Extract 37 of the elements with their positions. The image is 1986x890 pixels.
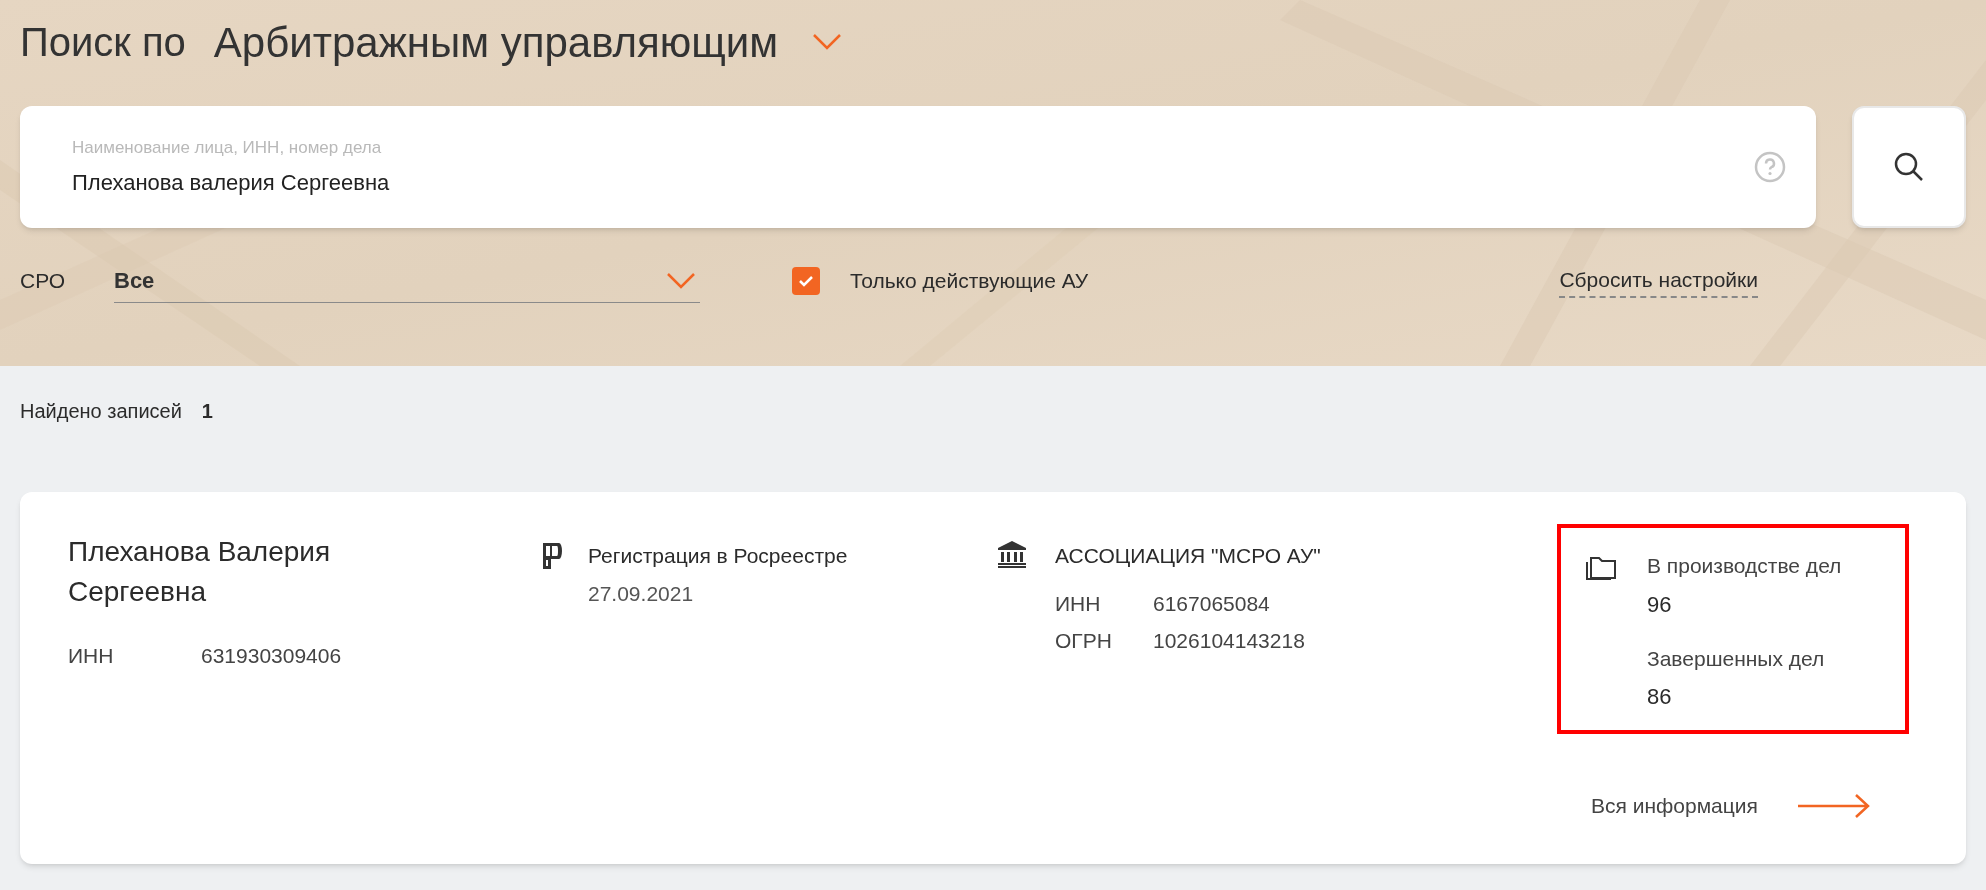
scope-dropdown[interactable]: Арбитражным управляющим xyxy=(213,10,843,74)
checkbox-label: Только действующие АУ xyxy=(850,268,1089,295)
stat-value: 96 xyxy=(1647,590,1673,619)
folders-icon xyxy=(1585,554,1617,580)
field-label: Наименование лица, ИНН, номер дела xyxy=(72,136,383,159)
person-name[interactable]: Плеханова Валерия Сергеевна xyxy=(68,532,398,612)
field-value: 6167065084 xyxy=(1153,590,1270,617)
arrow-right-icon xyxy=(1797,792,1870,819)
search-icon xyxy=(1893,151,1925,183)
search-field[interactable]: Наименование лица, ИНН, номер дела Плеханова валерия Сергеевна xyxy=(20,106,1816,228)
sro-label: СРО xyxy=(20,268,67,295)
sro-name: АССОЦИАЦИЯ "МСРО АУ" xyxy=(1055,543,1321,569)
inn-value: 631930309406 xyxy=(201,643,342,669)
field-value: 1026104143218 xyxy=(1153,628,1305,654)
input-field[interactable]: Плеханова валерия Сергеевна xyxy=(72,166,1754,200)
bank-building-icon xyxy=(997,540,1027,568)
page-title: Поиск по xyxy=(20,19,186,66)
chevron-down-icon xyxy=(812,33,843,51)
found-label: Найдено записей xyxy=(20,399,182,424)
stat-value: 86 xyxy=(1647,683,1673,711)
check-icon xyxy=(798,275,814,287)
field-label: ОГРН xyxy=(1055,628,1113,654)
stat-label: Завершенных дел xyxy=(1647,645,1826,672)
reset-link[interactable]: Сбросить настройки xyxy=(1559,264,1758,298)
found-count: 1 xyxy=(201,399,213,424)
chevron-down-icon xyxy=(666,271,696,290)
search-button[interactable] xyxy=(1852,106,1966,228)
inn-label: ИНН xyxy=(68,643,115,669)
registry-emblem-icon xyxy=(540,540,562,572)
stat-label: В производстве дел xyxy=(1647,553,1842,579)
registration-date: 27.09.2021 xyxy=(588,580,695,607)
sro-select[interactable]: Все xyxy=(114,259,700,303)
registration-title: Регистрация в Росреестре xyxy=(588,543,848,569)
help-icon[interactable] xyxy=(1754,151,1786,183)
field-label: ИНН xyxy=(1055,590,1102,617)
more-info-link[interactable]: Вся информация xyxy=(1591,790,1870,822)
active-checkbox[interactable] xyxy=(792,267,820,295)
